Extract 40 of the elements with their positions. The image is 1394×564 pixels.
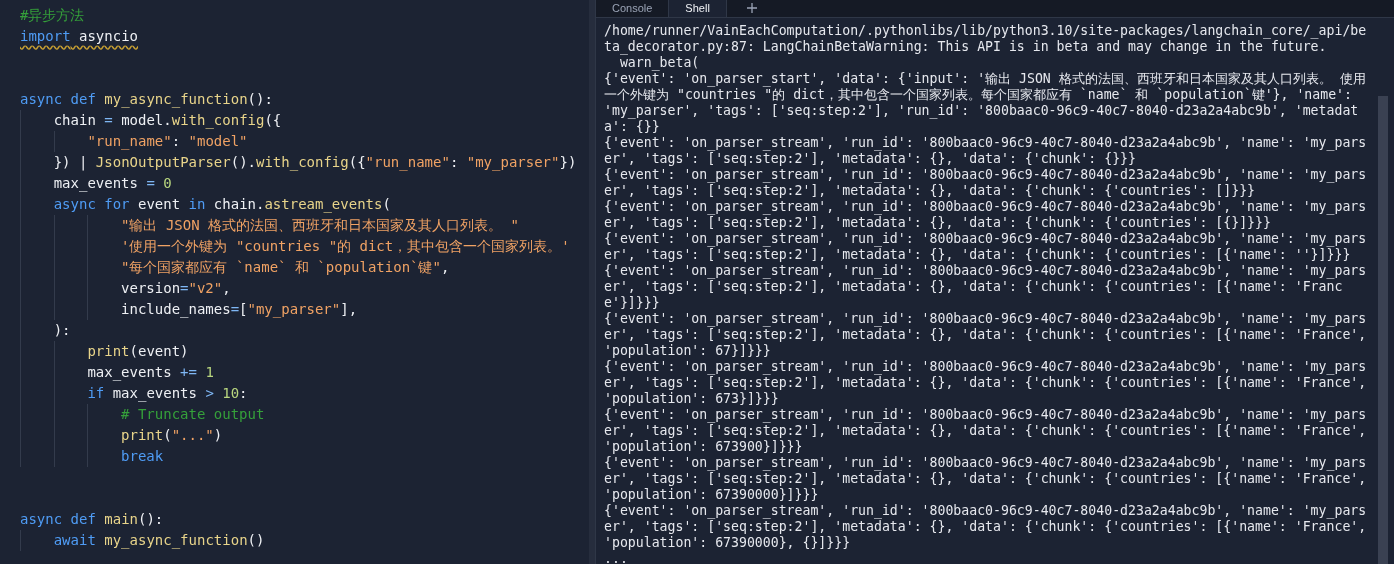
code-line: version="v2", <box>121 279 231 298</box>
code-line: #异步方法 <box>20 6 85 25</box>
console-output: {'event': 'on_parser_stream', 'run_id': '800baac0-96c9-40c7-8040-d23a2a4abc9b', 'name': 'my_parser', 'tags': ['seq:step:2'], 'metadata': {}, 'data': {'chunk': {}}} <box>604 135 1368 167</box>
code-line: async def my_async_function(): <box>20 90 273 110</box>
code-line: "run_name": "model" <box>87 132 248 152</box>
add-tab-icon[interactable] <box>746 3 757 13</box>
console-output: ... <box>604 551 629 564</box>
code-line: print(event) <box>87 342 189 361</box>
code-line: if max_events > 10: <box>87 384 248 404</box>
code-line: ): <box>53 321 71 340</box>
editor-scrollbar[interactable] <box>589 0 595 564</box>
console-output: {'event': 'on_parser_start', 'data': {'input': '输出 JSON 格式的法国、西班牙和日本国家及其人口列表。 使用一个外键为 "countries "的 dict，其中包含一个国家列表。每个国家都应有 `name` 和 `population`键'}, 'name': 'my_parser', 'tags': ['seq:step:2'], 'run_id': '800baac0-96c9-40c7-8040-d23a2a4abc9b', 'metadata': {}} <box>604 71 1367 135</box>
code-line: include_names=["my_parser"], <box>121 300 358 320</box>
console-output: {'event': 'on_parser_stream', 'run_id': '800baac0-96c9-40c7-8040-d23a2a4abc9b', 'name': 'my_parser', 'tags': ['seq:step:2'], 'metadata': {}, 'data': {'chunk': {'countries': [{'name': 'France', 'population': 67390000}]}}} <box>604 455 1368 503</box>
console-output: {'event': 'on_parser_stream', 'run_id': '800baac0-96c9-40c7-8040-d23a2a4abc9b', 'name': 'my_parser', 'tags': ['seq:step:2'], 'metadata': {}, 'data': {'chunk': {'countries': [{'name': 'France', 'population': 673900}]}}} <box>604 407 1368 455</box>
code-line: chain = model.with_config({ <box>53 111 282 131</box>
tab[interactable]: Shell <box>669 0 727 17</box>
scrollbar-track[interactable] <box>1378 96 1388 564</box>
console-output: {'event': 'on_parser_stream', 'run_id': '800baac0-96c9-40c7-8040-d23a2a4abc9b', 'name': 'my_parser', 'tags': ['seq:step:2'], 'metadata': {}, 'data': {'chunk': {'countries': []}}} <box>604 167 1368 199</box>
code-line: max_events += 1 <box>87 363 214 383</box>
code-line: break <box>121 447 164 466</box>
code-line: await my_async_function() <box>53 531 265 551</box>
console-output: {'event': 'on_parser_stream', 'run_id': '800baac0-96c9-40c7-8040-d23a2a4abc9b', 'name': 'my_parser', 'tags': ['seq:step:2'], 'metadata': {}, 'data': {'chunk': {'countries': [{'name': 'France', 'population': 67}]}}} <box>604 311 1368 359</box>
code-line: # Truncate output <box>121 405 265 424</box>
console-output: {'event': 'on_parser_stream', 'run_id': '800baac0-96c9-40c7-8040-d23a2a4abc9b', 'name': 'my_parser', 'tags': ['seq:step:2'], 'metadata': {}, 'data': {'chunk': {'countries': [{'name': 'France', 'population': 673}]}}} <box>604 359 1368 407</box>
code-line: import asyncio <box>20 27 138 46</box>
console-output: /home/runner/VainEachComputation/.pythonlibs/lib/python3.10/site-packages/langchain_core/_api/beta_decorator.py:87: LangChainBetaWarning: This API is in beta and may change in the future. <box>604 23 1368 55</box>
console-output: warn_beta( <box>618 55 701 71</box>
code-line: max_events = 0 <box>53 174 172 194</box>
code-line: "输出 JSON 格式的法国、西班牙和日本国家及其人口列表。 " <box>121 216 519 235</box>
console-output: {'event': 'on_parser_stream', 'run_id': '800baac0-96c9-40c7-8040-d23a2a4abc9b', 'name': 'my_parser', 'tags': ['seq:step:2'], 'metadata': {}, 'data': {'chunk': {'countries': [{'name': ''}]}}} <box>604 231 1368 263</box>
code-line: "每个国家都应有 `name` 和 `population`键", <box>121 258 450 277</box>
code-line: }) | JsonOutputParser().with_config({"run_name": "my_parser"}) <box>53 153 577 173</box>
code-line: print("...") <box>121 426 223 445</box>
code-line: async def main(): <box>20 510 164 529</box>
code-line: '使用一个外键为 "countries "的 dict，其中包含一个国家列表。' <box>121 237 570 256</box>
console-output: {'event': 'on_parser_stream', 'run_id': '800baac0-96c9-40c7-8040-d23a2a4abc9b', 'name': 'my_parser', 'tags': ['seq:step:2'], 'metadata': {}, 'data': {'chunk': {'countries': [{'name': 'France'}]}}} <box>604 263 1368 311</box>
console-output: {'event': 'on_parser_stream', 'run_id': '800baac0-96c9-40c7-8040-d23a2a4abc9b', 'name': 'my_parser', 'tags': ['seq:step:2'], 'metadata': {}, 'data': {'chunk': {'countries': [{'name': 'France', 'population': 67390000}, {}]}}} <box>604 503 1368 551</box>
console-output: {'event': 'on_parser_stream', 'run_id': '800baac0-96c9-40c7-8040-d23a2a4abc9b', 'name': 'my_parser', 'tags': ['seq:step:2'], 'metadata': {}, 'data': {'chunk': {'countries': [{}]}}} <box>604 199 1368 231</box>
code-line: async for event in chain.astream_events( <box>53 195 391 215</box>
